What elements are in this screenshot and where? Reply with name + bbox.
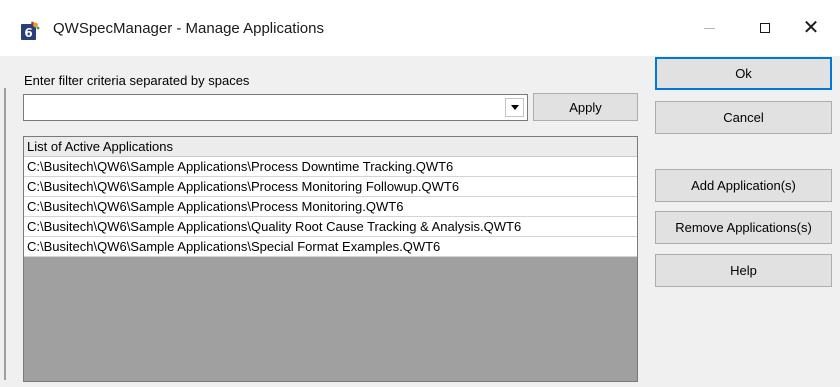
list-header: List of Active Applications: [24, 137, 637, 157]
active-applications-list[interactable]: List of Active Applications C:\Busitech\…: [23, 136, 638, 382]
maximize-button[interactable]: [742, 0, 788, 56]
list-item[interactable]: C:\Busitech\QW6\Sample Applications\Qual…: [24, 217, 637, 237]
maximize-icon: [760, 23, 770, 33]
list-item[interactable]: C:\Busitech\QW6\Sample Applications\Proc…: [24, 157, 637, 177]
filter-dropdown-button[interactable]: [505, 98, 524, 117]
window-title: QWSpecManager - Manage Applications: [53, 20, 324, 37]
filter-input[interactable]: [26, 97, 506, 118]
svg-text:6: 6: [24, 26, 32, 40]
filter-label: Enter filter criteria separated by space…: [24, 73, 250, 88]
add-application-button[interactable]: Add Application(s): [655, 169, 832, 202]
list-item[interactable]: C:\Busitech\QW6\Sample Applications\Spec…: [24, 237, 637, 257]
close-icon: ✕: [802, 17, 820, 39]
list-item[interactable]: C:\Busitech\QW6\Sample Applications\Proc…: [24, 177, 637, 197]
chevron-down-icon: [510, 105, 519, 110]
help-button[interactable]: Help: [655, 254, 832, 287]
window-edge: [4, 88, 6, 380]
list-item[interactable]: C:\Busitech\QW6\Sample Applications\Proc…: [24, 197, 637, 217]
filter-combobox[interactable]: [23, 94, 528, 121]
app-icon: 6: [20, 21, 40, 41]
minimize-icon: [703, 27, 715, 29]
apply-button[interactable]: Apply: [533, 93, 638, 121]
ok-button[interactable]: Ok: [655, 57, 832, 90]
remove-applications-button[interactable]: Remove Applications(s): [655, 211, 832, 244]
minimize-button[interactable]: [686, 0, 732, 56]
title-bar: 6 QWSpecManager - Manage Applications ✕: [0, 0, 840, 56]
close-button[interactable]: ✕: [788, 0, 834, 56]
cancel-button[interactable]: Cancel: [655, 101, 832, 134]
